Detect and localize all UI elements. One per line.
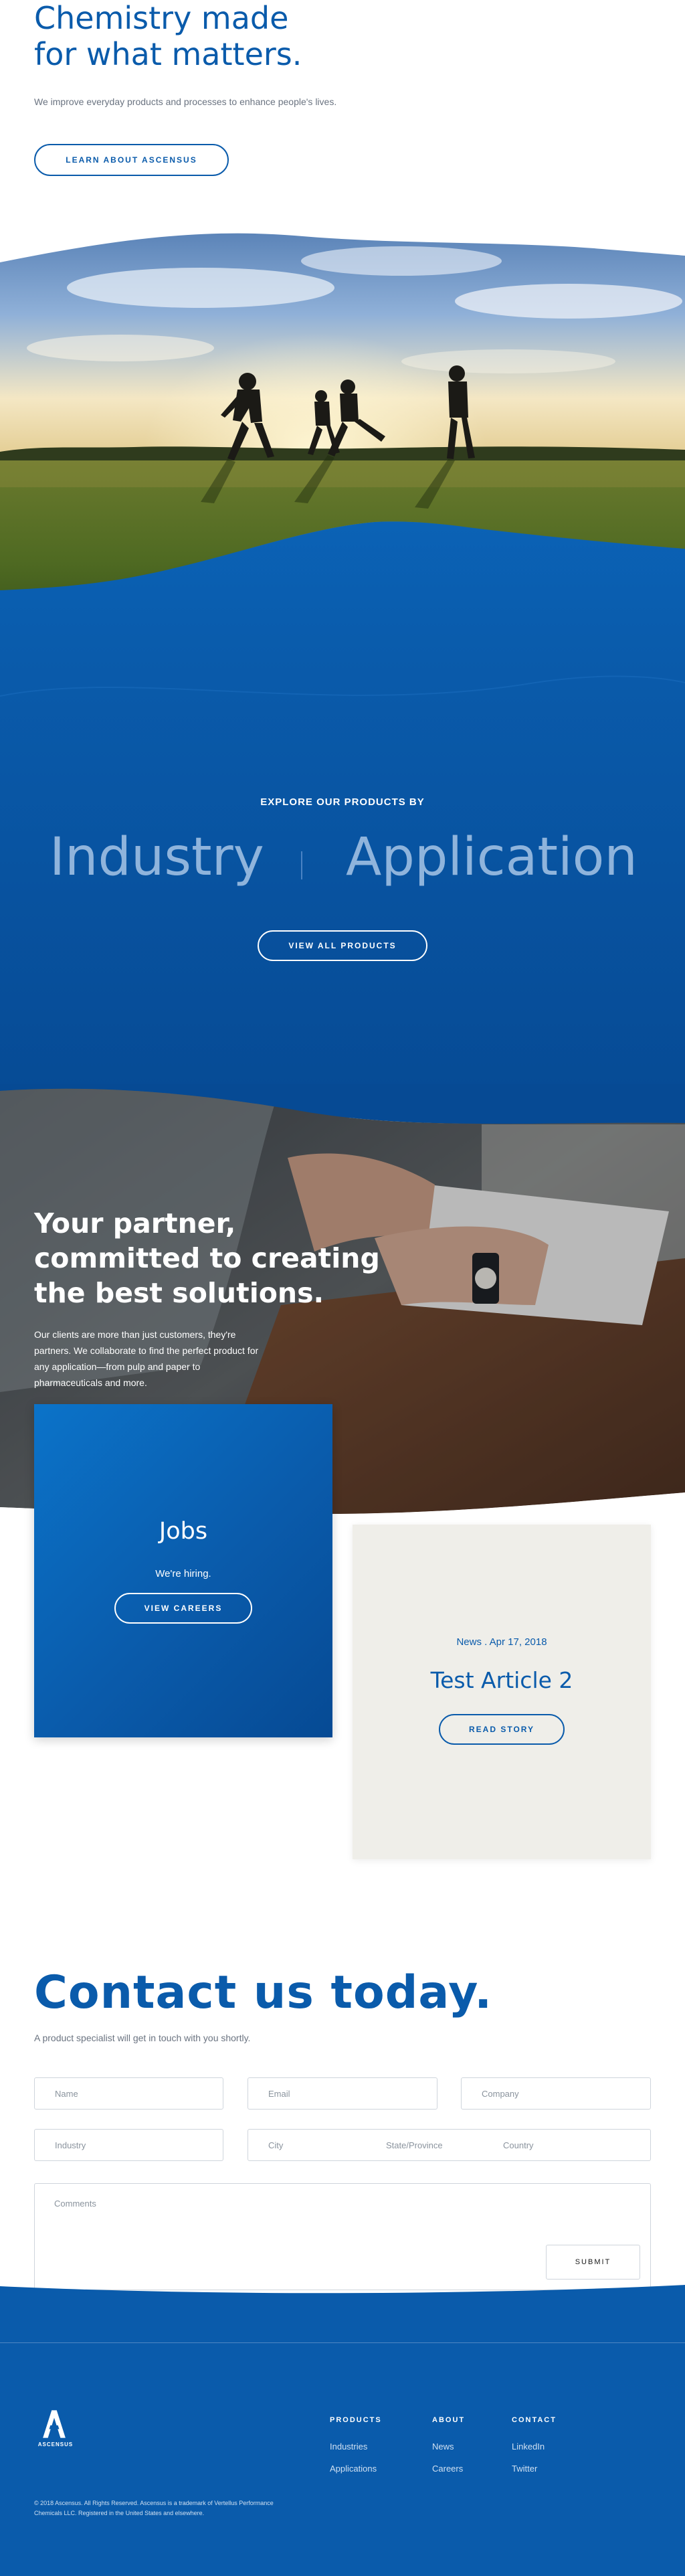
- products-section: EXPLORE OUR PRODUCTS BY Industry Applica…: [0, 656, 685, 1118]
- copyright-text: © 2018 Ascensus. All Rights Reserved. As…: [34, 2500, 274, 2516]
- name-field[interactable]: [34, 2077, 223, 2110]
- partner-title: Your partner, committed to creating the …: [34, 1206, 382, 1310]
- partner-title-line3: the best solutions.: [34, 1277, 324, 1309]
- page: Chemistry made for what matters. We impr…: [0, 0, 685, 2576]
- jobs-subtitle: We're hiring.: [155, 1568, 211, 1579]
- hero-title-line1: Chemistry made: [34, 0, 289, 36]
- partner-body: Our clients are more than just customers…: [34, 1329, 259, 1388]
- footer-column-about: ABOUT News Careers: [432, 2416, 465, 2486]
- industry-field[interactable]: [34, 2129, 223, 2161]
- view-careers-button[interactable]: VIEW CAREERS: [114, 1593, 252, 1624]
- hero-title-line2: for what matters.: [34, 36, 302, 72]
- read-story-button[interactable]: READ STORY: [439, 1714, 565, 1745]
- article-meta: News . Apr 17, 2018: [456, 1636, 547, 1648]
- comments-field[interactable]: [54, 2199, 522, 2265]
- footer-divider: [0, 2342, 685, 2343]
- hero-subtitle: We improve everyday products and process…: [34, 96, 337, 107]
- jobs-title: Jobs: [159, 1518, 208, 1545]
- country-field[interactable]: [503, 2130, 637, 2160]
- hero-section: Chemistry made for what matters. We impr…: [0, 0, 685, 214]
- partner-title-line1: Your partner,: [34, 1207, 236, 1239]
- state-province-field[interactable]: [386, 2130, 493, 2160]
- category-divider: [301, 851, 302, 879]
- footer-link-applications[interactable]: Applications: [330, 2464, 382, 2474]
- logo-text: ASCENSUS: [37, 2441, 74, 2448]
- location-field-group: [248, 2129, 651, 2161]
- industry-link[interactable]: Industry: [50, 831, 264, 883]
- submit-button[interactable]: SUBMIT: [546, 2245, 640, 2280]
- footer: ASCENSUS PRODUCTS Industries Application…: [0, 2276, 685, 2576]
- footer-heading-products: PRODUCTS: [330, 2416, 382, 2424]
- company-field[interactable]: [461, 2077, 651, 2110]
- article-card: News . Apr 17, 2018 Test Article 2 READ …: [353, 1525, 651, 1859]
- footer-column-products: PRODUCTS Industries Applications: [330, 2416, 382, 2486]
- view-all-products-button[interactable]: VIEW ALL PRODUCTS: [258, 930, 427, 961]
- city-field[interactable]: [268, 2130, 375, 2160]
- footer-heading-contact: CONTACT: [512, 2416, 557, 2424]
- email-field[interactable]: [248, 2077, 437, 2110]
- footer-heading-about: ABOUT: [432, 2416, 466, 2424]
- footer-link-industries[interactable]: Industries: [330, 2441, 382, 2452]
- ascensus-logo-icon[interactable]: [34, 2408, 74, 2440]
- application-link[interactable]: Application: [346, 831, 638, 883]
- contact-title: Contact us today.: [34, 1966, 493, 2019]
- footer-link-news[interactable]: News: [432, 2441, 465, 2452]
- footer-column-contact: CONTACT LinkedIn Twitter: [512, 2416, 557, 2486]
- article-title[interactable]: Test Article 2: [353, 1667, 651, 1693]
- footer-link-linkedin[interactable]: LinkedIn: [512, 2441, 557, 2452]
- explore-label: EXPLORE OUR PRODUCTS BY: [260, 796, 425, 808]
- hero-photo-kids-running: [0, 187, 685, 656]
- partner-title-line2: committed to creating: [34, 1242, 380, 1274]
- footer-link-careers[interactable]: Careers: [432, 2464, 465, 2474]
- footer-link-twitter[interactable]: Twitter: [512, 2464, 557, 2474]
- jobs-card: Jobs We're hiring. VIEW CAREERS: [34, 1404, 332, 1737]
- contact-subtitle: A product specialist will get in touch w…: [34, 2033, 251, 2043]
- hero-title: Chemistry made for what matters.: [34, 0, 409, 72]
- learn-about-button[interactable]: LEARN ABOUT ASCENSUS: [34, 144, 229, 176]
